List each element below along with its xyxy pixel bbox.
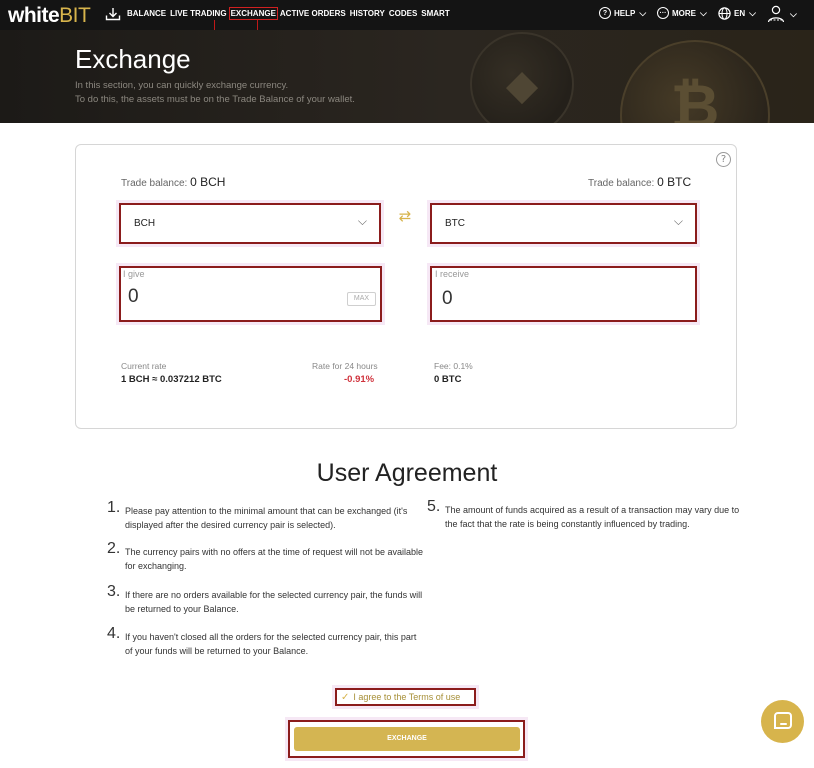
receive-amount-input[interactable]: 0 (442, 288, 453, 310)
top-navbar: whiteBIT BALANCE LIVE TRADING EXCHANGE A… (0, 0, 814, 30)
rate-24h-label: Rate for 24 hours (312, 361, 378, 371)
exchange-button-wrapper: EXCHANGE (288, 720, 525, 758)
chevron-down-icon: ⌵ (790, 8, 797, 19)
chevron-down-icon: ⌵ (357, 214, 367, 228)
fee-label: Fee: 0.1% (434, 361, 473, 371)
rate-24h-value: -0.91% (344, 374, 375, 385)
chevron-down-icon: ⌵ (639, 7, 647, 18)
more-menu[interactable]: ··· MORE ⌵ (657, 7, 707, 19)
current-rate-value: 1 BCH ≈ 0.037212 BTC (121, 374, 222, 385)
page-title: Exchange (75, 44, 191, 74)
nav-smart[interactable]: SMART (421, 9, 449, 18)
main-nav: BALANCE LIVE TRADING EXCHANGE ACTIVE ORD… (127, 7, 450, 20)
fee-value: 0 BTC (434, 374, 462, 385)
nav-active-orders[interactable]: ACTIVE ORDERS (280, 9, 346, 18)
help-icon[interactable]: ? (716, 152, 731, 167)
whitebit-logo[interactable]: whiteBIT (8, 4, 91, 28)
chat-support-button[interactable] (761, 700, 804, 743)
give-trade-balance: Trade balance: 0 BCH (121, 175, 226, 189)
receive-trade-balance: Trade balance: 0 BTC (588, 175, 692, 189)
give-amount-input[interactable]: 0 (128, 286, 139, 308)
chevron-down-icon: ⌵ (673, 214, 683, 228)
bitcoin-coin-graphic: ₿ (620, 40, 770, 123)
hero-description-2: To do this, the assets must be on the Tr… (75, 94, 355, 105)
ethereum-coin-graphic: ◆ (470, 32, 574, 123)
chevron-down-icon: ⌵ (749, 8, 756, 18)
give-amount-field[interactable]: I give 0 MAX (119, 266, 382, 322)
hero-banner: ◆ ₿ Exchange In this section, you can qu… (0, 30, 814, 123)
nav-exchange[interactable]: EXCHANGE (228, 7, 278, 20)
receive-currency-select[interactable]: BTC ⌵ (430, 203, 697, 244)
chat-bubble-icon (774, 712, 792, 729)
user-icon (767, 5, 785, 23)
question-icon: ? (599, 7, 611, 19)
chevron-down-icon: ⌵ (700, 7, 707, 18)
checkmark-icon: ✓ (341, 691, 350, 703)
max-button[interactable]: MAX (347, 292, 376, 306)
exchange-card: ? Trade balance: 0 BCH Trade balance: 0 … (75, 144, 737, 429)
receive-amount-field[interactable]: I receive 0 (430, 266, 697, 322)
current-rate-label: Current rate (121, 361, 167, 371)
nav-history[interactable]: HISTORY (350, 9, 385, 18)
terms-of-use-link[interactable]: I agree to the Terms of use (353, 692, 460, 702)
swap-currencies-icon[interactable]: ⇄ (394, 209, 416, 235)
help-menu[interactable]: ? HELP ⌵ (599, 7, 646, 19)
exchange-button[interactable]: EXCHANGE (294, 727, 520, 751)
hero-description-1: In this section, you can quickly exchang… (75, 80, 289, 91)
globe-icon (718, 7, 731, 20)
nav-live-trading[interactable]: LIVE TRADING (170, 9, 226, 18)
download-icon[interactable] (105, 7, 121, 21)
more-dots-icon: ··· (657, 7, 669, 19)
account-menu[interactable]: ⌵ (766, 5, 797, 23)
user-agreement-title: User Agreement (316, 459, 498, 487)
give-currency-select[interactable]: BCH ⌵ (119, 203, 381, 244)
nav-balance[interactable]: BALANCE (127, 9, 166, 18)
language-menu[interactable]: EN ⌵ (718, 7, 756, 20)
nav-codes[interactable]: CODES (389, 9, 417, 18)
terms-checkbox[interactable]: ✓ I agree to the Terms of use (335, 688, 476, 706)
